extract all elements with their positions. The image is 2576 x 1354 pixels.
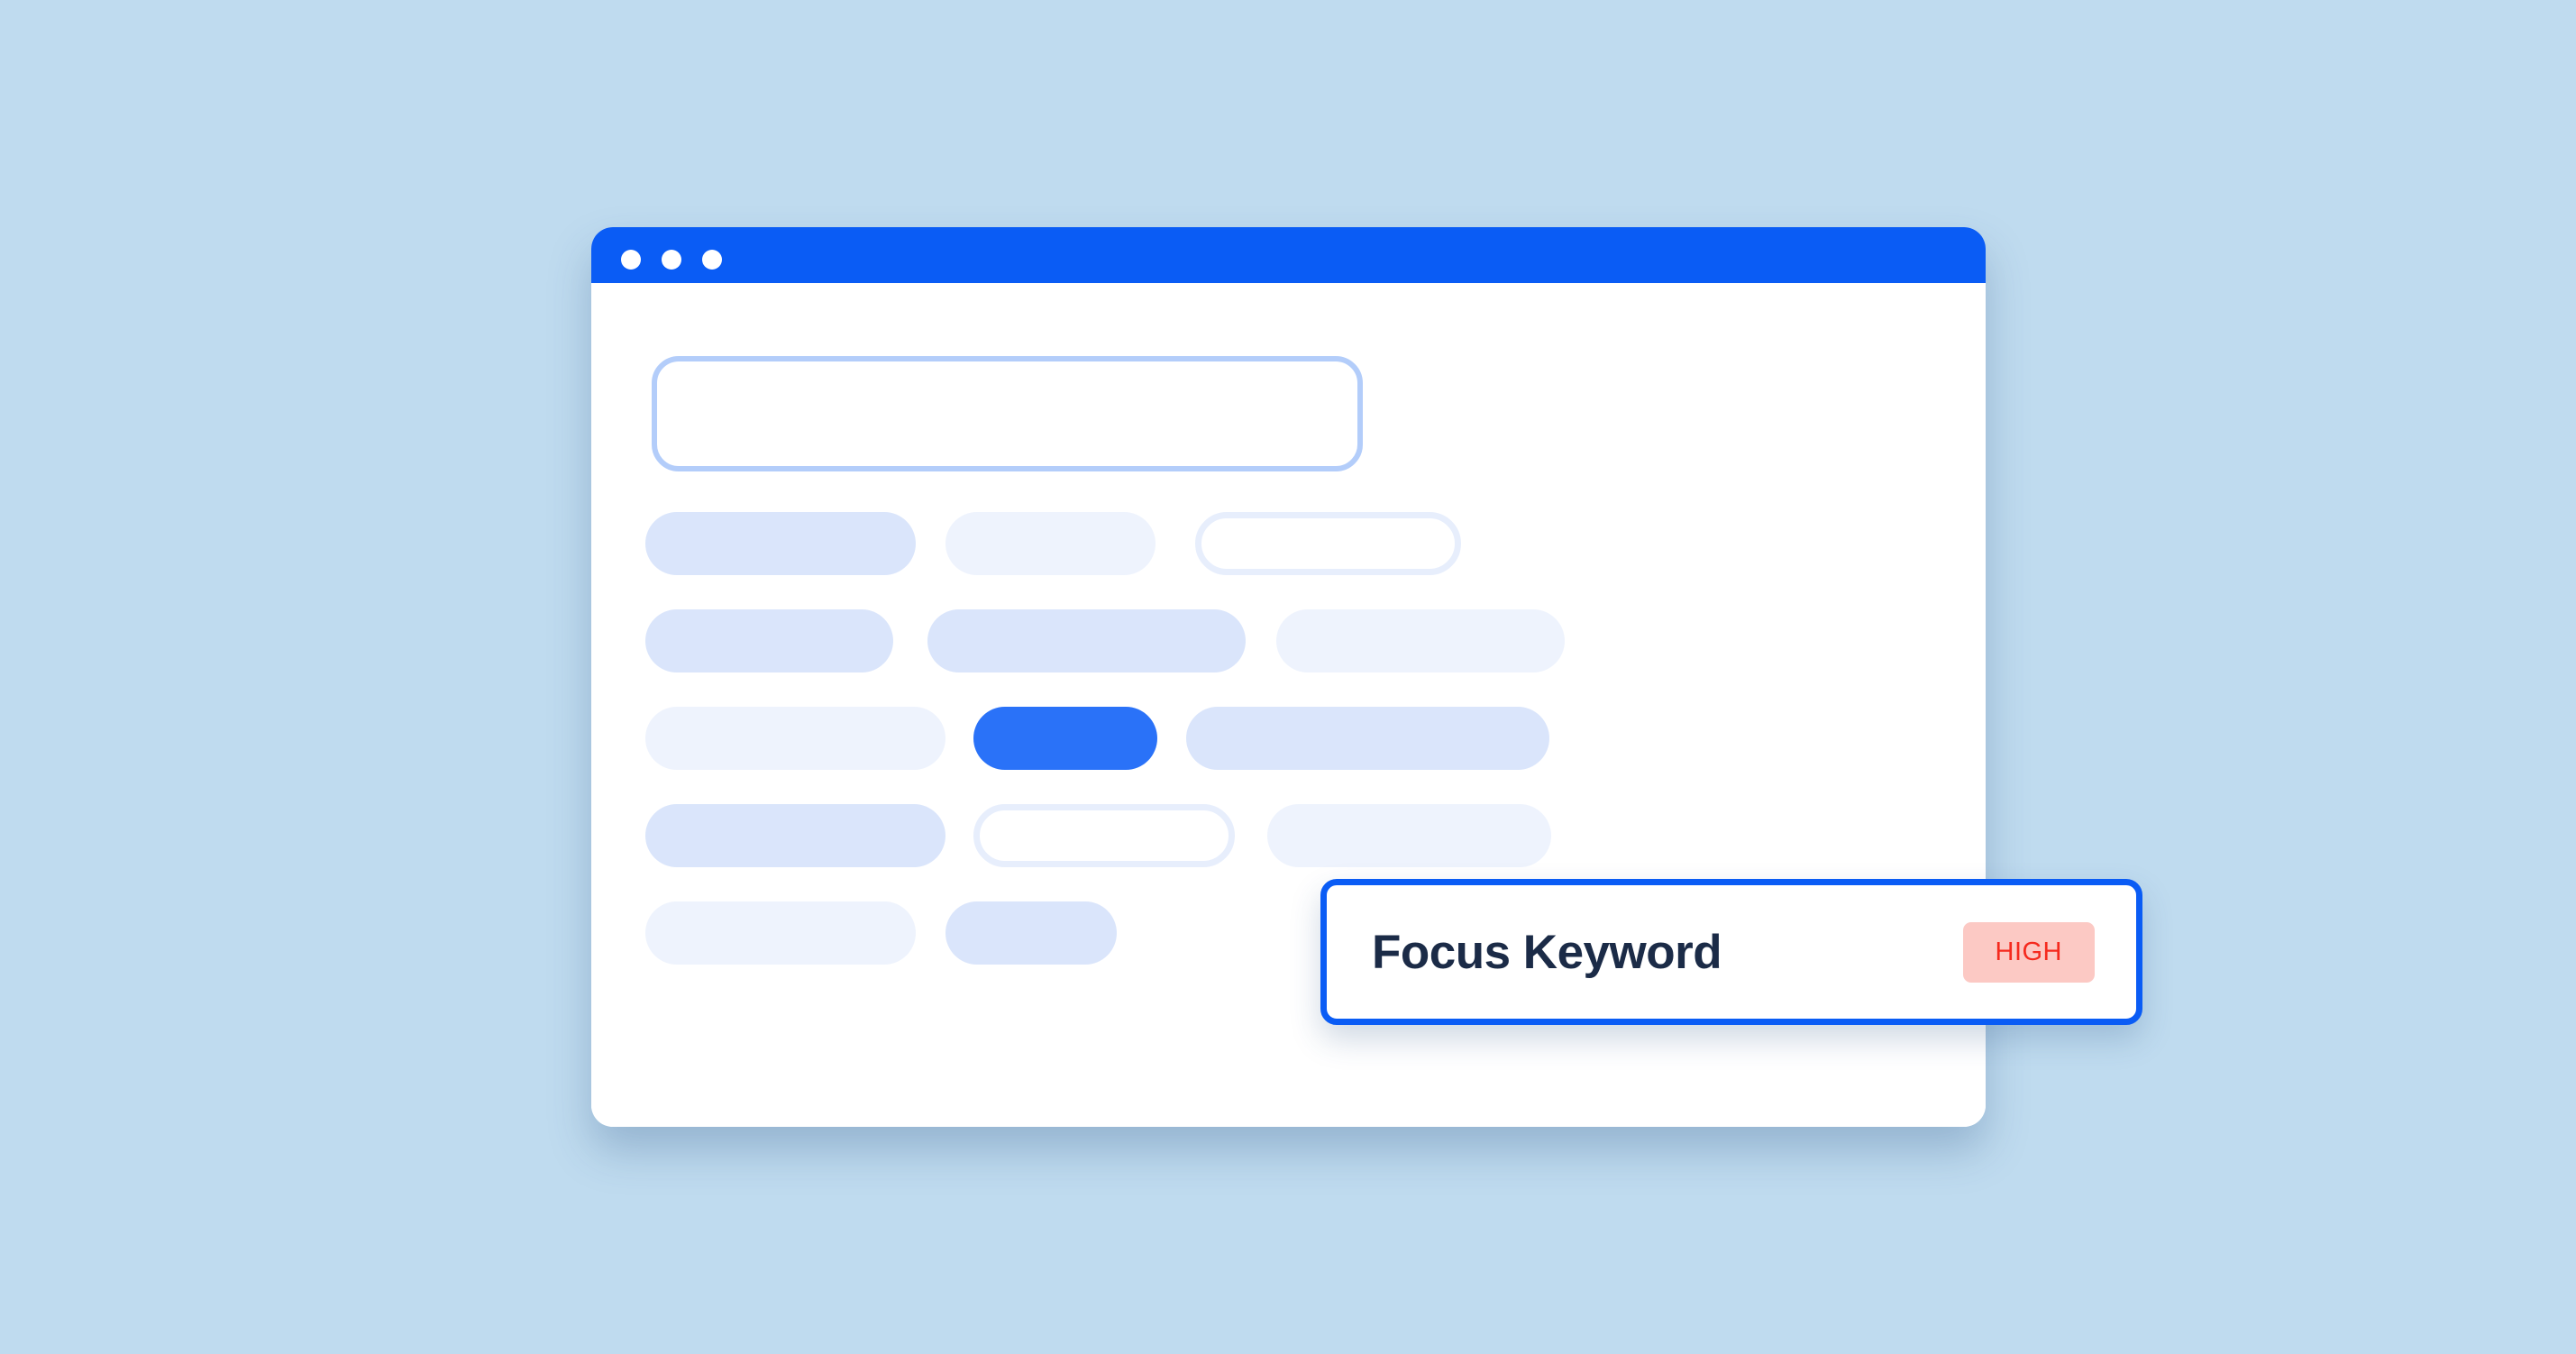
browser-title-bar [591,227,1986,283]
search-input[interactable] [657,361,1357,466]
focus-keyword-card[interactable]: Focus Keyword HIGH [1320,879,2142,1025]
keyword-difficulty-badge: HIGH [1962,921,2095,983]
skeleton-row [645,804,1934,867]
skeleton-bar [927,609,1246,672]
skeleton-row [645,707,1934,770]
window-minimize-dot-icon[interactable] [662,250,681,270]
skeleton-bar [1276,609,1565,672]
skeleton-bar [1267,804,1551,867]
window-maximize-dot-icon[interactable] [702,250,722,270]
skeleton-bar [1186,707,1549,770]
focus-keyword-label: Focus Keyword [1372,925,1722,979]
skeleton-row [645,512,1934,575]
skeleton-row [645,609,1934,672]
skeleton-bar [645,512,916,575]
skeleton-bar [1195,512,1461,575]
search-field[interactable] [652,356,1363,471]
primary-action-button[interactable] [973,707,1157,770]
skeleton-bar [973,804,1235,867]
skeleton-bar [645,901,916,965]
window-close-dot-icon[interactable] [621,250,641,270]
skeleton-bar [645,609,893,672]
skeleton-bar [645,707,945,770]
skeleton-bar [645,804,945,867]
skeleton-bar [945,901,1117,965]
skeleton-bar [945,512,1156,575]
